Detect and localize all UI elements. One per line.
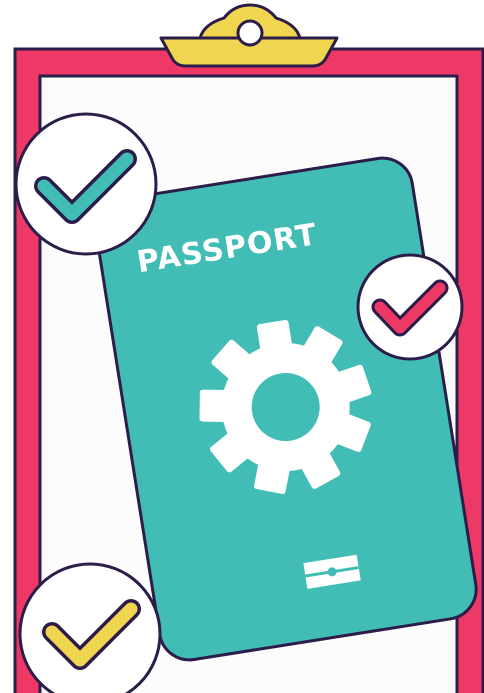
check-badge-bottom-left bbox=[18, 562, 162, 693]
check-badge-top-left bbox=[14, 112, 158, 256]
check-badge-right bbox=[356, 253, 464, 361]
clipboard-clip bbox=[159, 3, 339, 68]
illustration-canvas: PASSPORT bbox=[13, 3, 484, 693]
clip-hole bbox=[236, 19, 264, 47]
